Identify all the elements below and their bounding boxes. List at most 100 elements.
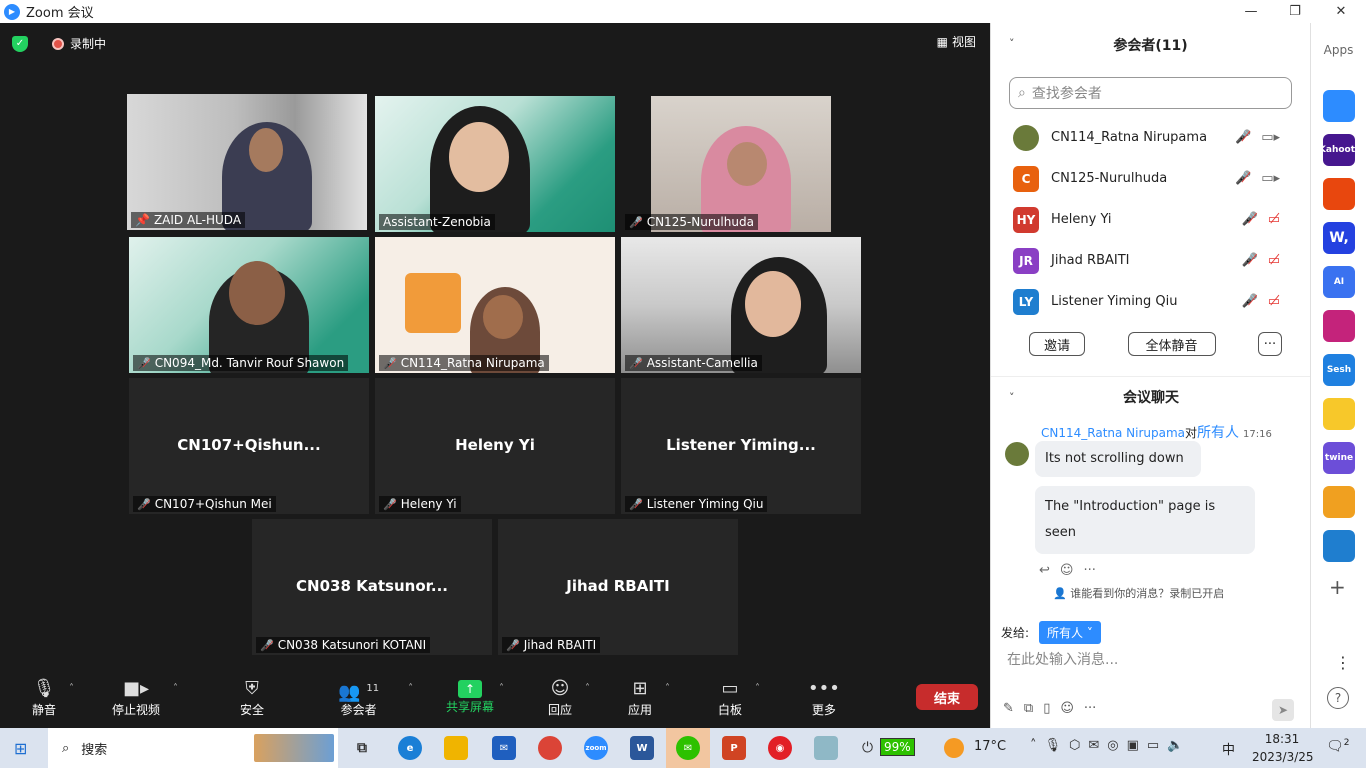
taskbar-search[interactable]: ⌕ 搜索 — [48, 728, 338, 768]
chevron-up-icon[interactable]: ˄ — [499, 683, 504, 694]
tray-app-icon[interactable]: ▣ — [1127, 738, 1139, 753]
reactions-button[interactable]: ☺ 回应 ˄ — [548, 677, 590, 718]
video-tile[interactable]: Assistant-Zenobia — [375, 96, 615, 232]
file-icon[interactable]: ▯ — [1043, 701, 1050, 716]
participant-row[interactable]: CN114_Ratna Nirupama 🎤̸ ▭▸ — [991, 117, 1310, 158]
mute-button[interactable]: 🎙 静音 ˄ — [32, 677, 74, 718]
chevron-up-icon[interactable]: ˄ — [585, 683, 590, 694]
edge-icon[interactable]: e — [398, 736, 422, 760]
screenshot-icon[interactable]: ⧉ — [1024, 701, 1033, 716]
reply-icon[interactable]: ↩ — [1039, 563, 1050, 578]
participant-row[interactable]: LY Listener Yiming Qiu 🎤̸ ▭̸ — [991, 281, 1310, 322]
more-vertical-icon[interactable]: ⋮ — [1335, 653, 1351, 672]
ai-app-icon[interactable]: AI — [1323, 266, 1355, 298]
twine-app-icon[interactable]: twine — [1323, 442, 1355, 474]
help-icon[interactable]: ? — [1327, 687, 1349, 709]
app-icon[interactable] — [1323, 530, 1355, 562]
network-icon[interactable]: ▭ — [1147, 738, 1159, 753]
video-tile[interactable]: 🎤̸ CN114_Ratna Nirupama — [375, 237, 615, 373]
ime-indicator[interactable]: 中 — [1222, 739, 1235, 758]
participant-row[interactable]: JR Jihad RBAITI 🎤̸ ▭̸ — [991, 240, 1310, 281]
participant-row[interactable]: HY Heleny Yi 🎤̸ ▭̸ — [991, 199, 1310, 240]
share-screen-button[interactable]: ↑ 共享屏幕 ˄ — [446, 677, 504, 715]
notification-icon[interactable]: 🗨2 — [1326, 738, 1350, 755]
chrome-icon[interactable] — [538, 736, 562, 760]
chevron-up-icon[interactable]: ˄ — [755, 683, 760, 694]
view-button[interactable]: ▦ 视图 — [937, 33, 976, 50]
chevron-up-icon[interactable]: ˄ — [408, 683, 413, 694]
tray-app-icon[interactable]: ⬡ — [1069, 738, 1080, 753]
apps-button[interactable]: ⊞ 应用 ˄ — [628, 677, 670, 718]
video-tile[interactable]: Heleny Yi 🎤̸ Heleny Yi — [375, 378, 615, 514]
weather-sun-icon[interactable] — [944, 738, 964, 758]
recording-indicator[interactable]: 录制中 — [52, 35, 106, 52]
wechat-icon[interactable]: ✉ — [676, 736, 700, 760]
security-shield-icon[interactable]: ✓ — [12, 35, 28, 52]
chat-sender[interactable]: CN114_Ratna Nirupama — [1041, 426, 1185, 440]
more-dots-icon[interactable]: ··· — [1083, 563, 1095, 578]
chat-input[interactable]: 在此处输入消息... — [1007, 649, 1118, 669]
more-dots-icon[interactable]: ··· — [1084, 701, 1096, 716]
restore-button[interactable]: ❐ — [1272, 0, 1318, 23]
battery-indicator[interactable]: 99% — [880, 738, 915, 756]
add-app-icon[interactable]: + — [1329, 575, 1346, 599]
emoji-icon[interactable]: ☺ — [1060, 563, 1074, 578]
chevron-down-icon[interactable]: ˅ — [1009, 391, 1015, 404]
participants-button[interactable]: 👥 11 参会者 ˄ — [338, 677, 413, 718]
netease-music-icon[interactable]: ◉ — [768, 736, 792, 760]
powerpoint-icon[interactable]: P — [722, 736, 746, 760]
participant-search-input[interactable]: ⌕ 查找参会者 — [1009, 77, 1292, 109]
video-tile[interactable]: 📌 ZAID AL-HUDA — [127, 94, 367, 230]
more-options-button[interactable]: ··· — [1258, 332, 1282, 356]
video-tile[interactable]: 🎤̸ Assistant-Camellia — [621, 237, 861, 373]
microphone-icon[interactable]: 🎙 — [1045, 738, 1062, 753]
kahoot-app-icon[interactable]: Kahoot! — [1319, 134, 1359, 166]
app-icon[interactable]: W, — [1323, 222, 1355, 254]
wechat-tray-icon[interactable]: ✉ — [1088, 738, 1099, 753]
video-tile[interactable]: 🎤̸ CN125-Nurulhuda — [621, 96, 861, 232]
app-icon[interactable] — [1323, 486, 1355, 518]
taskbar-clock[interactable]: 18:31 2023/3/25 — [1252, 730, 1314, 766]
invite-button[interactable]: 邀请 — [1029, 332, 1085, 356]
more-button[interactable]: ••• 更多 — [808, 677, 840, 718]
video-tile[interactable]: Listener Yiming... 🎤̸ Listener Yiming Qiu — [621, 378, 861, 514]
windows-start-icon[interactable]: ⊞ — [14, 739, 27, 758]
app-icon[interactable] — [814, 736, 838, 760]
end-meeting-button[interactable]: 结束 — [916, 684, 978, 710]
temperature-label[interactable]: 17°C — [974, 739, 1006, 754]
video-tile[interactable]: CN107+Qishun... 🎤̸ CN107+Qishun Mei — [129, 378, 369, 514]
video-tile[interactable]: CN038 Katsunor... 🎤̸ CN038 Katsunori KOTA… — [252, 519, 492, 655]
chevron-up-icon[interactable]: ˄ — [69, 683, 74, 694]
close-button[interactable]: ✕ — [1318, 0, 1364, 23]
app-icon[interactable] — [1323, 178, 1355, 210]
send-icon[interactable]: ➤ — [1272, 699, 1294, 721]
who-can-see-label[interactable]: 👤 谁能看到你的消息？录制已开启 — [1053, 585, 1224, 601]
sesh-app-icon[interactable]: Sesh — [1323, 354, 1355, 386]
chevron-down-icon[interactable]: ˅ — [1009, 37, 1015, 50]
chevron-up-icon[interactable]: ˄ — [1030, 738, 1037, 753]
security-button[interactable]: ⛨ 安全 — [240, 677, 264, 718]
stop-video-button[interactable]: ■▸ 停止视频 ˄ — [112, 677, 178, 718]
participant-row[interactable]: C CN125-Nurulhuda 🎤̸ ▭▸ — [991, 158, 1310, 199]
video-tile[interactable]: Jihad RBAITI 🎤̸ Jihad RBAITI — [498, 519, 738, 655]
file-explorer-icon[interactable] — [444, 736, 468, 760]
mute-all-button[interactable]: 全体静音 — [1127, 332, 1216, 356]
video-tile[interactable]: 🎤̸ CN094_Md. Tanvir Rouf Shawon — [129, 237, 369, 373]
app-icon[interactable] — [1323, 90, 1355, 122]
volume-icon[interactable]: 🔈 — [1167, 738, 1183, 753]
format-icon[interactable]: ✎ — [1003, 701, 1014, 716]
send-to-dropdown[interactable]: 所有人 ˅ — [1039, 621, 1101, 644]
chevron-up-icon[interactable]: ˄ — [665, 683, 670, 694]
minimize-button[interactable]: — — [1228, 0, 1274, 23]
emoji-icon[interactable]: ☺ — [1060, 701, 1074, 716]
word-icon[interactable]: W — [630, 736, 654, 760]
power-plug-icon[interactable]: ⏻ — [862, 740, 873, 756]
app-icon[interactable] — [1323, 398, 1355, 430]
app-icon[interactable] — [1323, 310, 1355, 342]
whiteboard-button[interactable]: ▭ 白板 ˄ — [718, 677, 760, 718]
mail-icon[interactable]: ✉ — [492, 736, 516, 760]
qq-icon[interactable]: ◎ — [1107, 738, 1118, 753]
zoom-icon[interactable]: zoom — [584, 736, 608, 760]
task-view-icon[interactable]: ⧉ — [350, 736, 374, 760]
chevron-up-icon[interactable]: ˄ — [173, 683, 178, 694]
